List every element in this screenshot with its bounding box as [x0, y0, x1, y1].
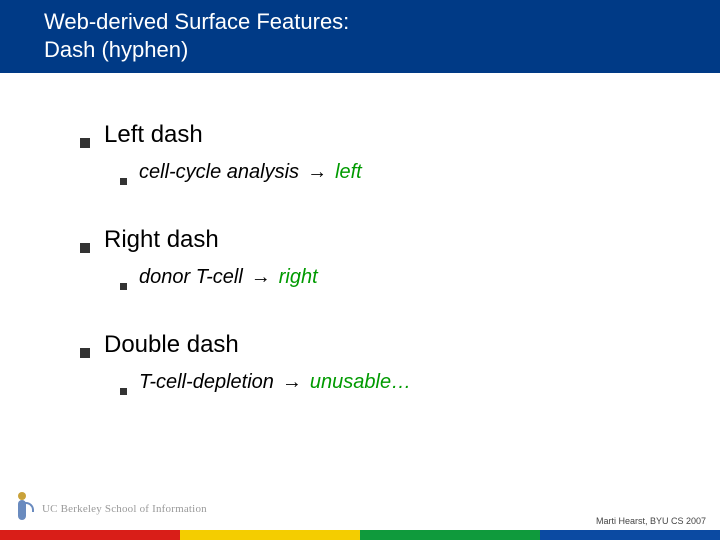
example-text: cell-cycle analysis	[139, 161, 299, 184]
arrow-icon: →	[307, 161, 327, 184]
slide-title: Web-derived Surface Features: Dash (hyph…	[0, 0, 720, 73]
title-line-1: Web-derived Surface Features:	[44, 8, 720, 36]
footer-stripes	[0, 530, 720, 540]
bullet-icon	[120, 283, 127, 290]
bullet-icon	[80, 243, 90, 253]
bullet-double-dash: Double dash T-cell-depletion → unusable…	[80, 331, 660, 394]
bullet-label: Right dash	[104, 226, 219, 254]
bullet-label: Left dash	[104, 121, 203, 149]
attribution: Marti Hearst, BYU CS 2007	[596, 516, 706, 526]
arrow-icon: →	[251, 266, 271, 289]
bullet-icon	[120, 178, 127, 185]
example-text: donor T-cell	[139, 266, 243, 289]
bullet-right-dash: Right dash donor T-cell → right	[80, 226, 660, 289]
logo-text: UC Berkeley School of Information	[42, 503, 207, 515]
sub-bullet: cell-cycle analysis → left	[120, 161, 660, 184]
title-line-2: Dash (hyphen)	[44, 36, 720, 64]
sub-bullet: T-cell-depletion → unusable…	[120, 371, 660, 394]
result-text: unusable…	[310, 371, 411, 394]
bullet-left-dash: Left dash cell-cycle analysis → left	[80, 121, 660, 184]
logo-icon	[10, 492, 36, 526]
stripe-blue	[540, 530, 720, 540]
sub-bullet: donor T-cell → right	[120, 266, 660, 289]
example-text: T-cell-depletion	[139, 371, 274, 394]
result-text: right	[279, 266, 318, 289]
bullet-icon	[80, 138, 90, 148]
bullet-icon	[80, 348, 90, 358]
bullet-icon	[120, 388, 127, 395]
stripe-green	[360, 530, 540, 540]
stripe-red	[0, 530, 180, 540]
arrow-icon: →	[282, 371, 302, 394]
slide-footer: UC Berkeley School of Information Marti …	[0, 504, 720, 540]
result-text: left	[335, 161, 362, 184]
bullet-label: Double dash	[104, 331, 239, 359]
slide-body: Left dash cell-cycle analysis → left Rig…	[0, 73, 720, 394]
logo: UC Berkeley School of Information	[10, 492, 207, 526]
stripe-yellow	[180, 530, 360, 540]
